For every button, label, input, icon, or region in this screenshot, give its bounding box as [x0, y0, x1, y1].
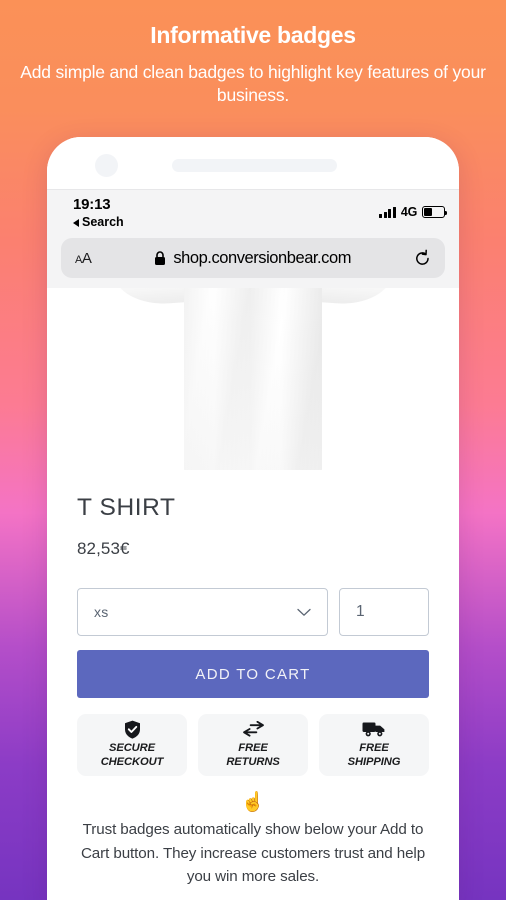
camera-icon — [95, 154, 118, 177]
quantity-input[interactable]: 1 — [339, 588, 429, 636]
variant-select[interactable]: xs — [77, 588, 328, 636]
product-title: T SHIRT — [77, 494, 176, 521]
exchange-arrows-icon — [242, 721, 264, 738]
product-image — [47, 288, 459, 484]
promo-subtitle: Add simple and clean badges to highlight… — [20, 61, 486, 106]
text-size-icon[interactable]: AA — [75, 250, 92, 267]
badge-free-shipping[interactable]: FREE SHIPPING — [319, 714, 429, 776]
tshirt-shading — [184, 288, 322, 470]
back-label: Search — [82, 214, 124, 229]
url-display[interactable]: shop.conversionbear.com — [91, 249, 414, 268]
product-page: T SHIRT 82,53€ xs 1 ADD TO CART SECURE C… — [47, 288, 459, 889]
tshirt-photo — [108, 288, 398, 470]
promo-header: Informative badges Add simple and clean … — [0, 0, 506, 108]
variant-selected-value: xs — [94, 604, 109, 620]
trust-badges: SECURE CHECKOUT FREE RETURNS FREE SHIPPI… — [77, 714, 429, 776]
badge-free-returns[interactable]: FREE RETURNS — [198, 714, 308, 776]
browser-chrome: 19:13 Search 4G AA shop.conversionbear.c… — [47, 189, 459, 288]
status-bar: 19:13 Search 4G — [61, 196, 448, 236]
url-text: shop.conversionbear.com — [173, 248, 352, 267]
back-triangle-icon — [73, 218, 79, 227]
signal-bars-icon — [379, 206, 396, 218]
battery-icon — [422, 206, 448, 218]
address-bar[interactable]: AA shop.conversionbear.com — [61, 238, 445, 278]
network-label: 4G — [400, 205, 417, 219]
back-to-search-button[interactable]: Search — [73, 215, 124, 231]
shield-check-icon — [124, 720, 141, 739]
status-time: 19:13 — [73, 196, 111, 213]
delivery-truck-icon — [362, 721, 386, 738]
variant-row: xs 1 — [77, 588, 429, 636]
chevron-down-icon — [297, 608, 311, 616]
badge-label: SECURE CHECKOUT — [100, 741, 164, 768]
badge-label: FREE RETURNS — [226, 741, 280, 768]
phone-top-bezel — [47, 137, 459, 189]
product-price: 82,53€ — [77, 539, 130, 558]
add-to-cart-button[interactable]: ADD TO CART — [77, 650, 429, 698]
status-bar-right: 4G — [379, 196, 448, 219]
promo-title: Informative badges — [150, 22, 356, 48]
badge-secure-checkout[interactable]: SECURE CHECKOUT — [77, 714, 187, 776]
product-info: T SHIRT 82,53€ xs 1 ADD TO CART SECURE C… — [47, 484, 459, 889]
badge-label: FREE SHIPPING — [347, 741, 401, 768]
pointing-up-hand-icon: ☝️ — [241, 792, 265, 813]
speaker-grille — [172, 159, 337, 172]
trust-badge-description: Trust badges automatically show below yo… — [80, 821, 426, 886]
phone-mockup: 19:13 Search 4G AA shop.conversionbear.c… — [47, 137, 459, 900]
reload-icon[interactable] — [414, 249, 431, 268]
lock-icon — [155, 250, 166, 265]
status-bar-left: 19:13 Search — [61, 196, 124, 230]
